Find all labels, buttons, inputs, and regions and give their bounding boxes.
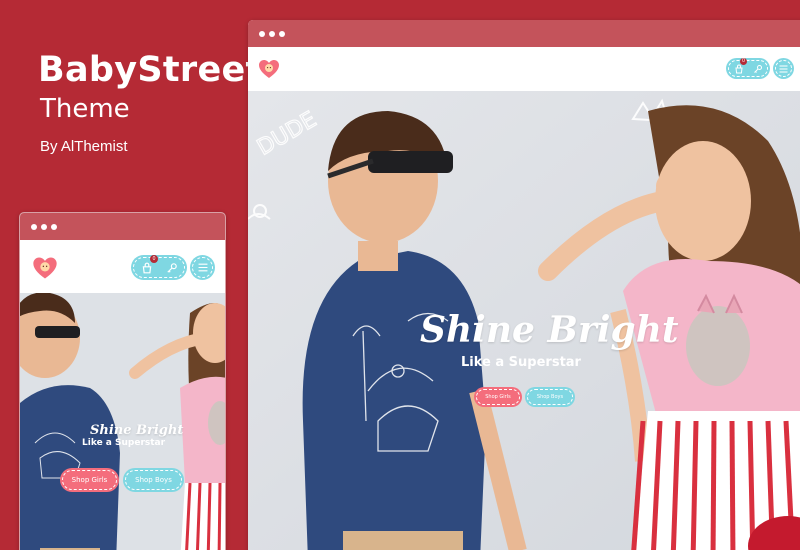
hero-photo xyxy=(20,293,225,550)
window-title-bar xyxy=(20,213,225,240)
hero-banner: DUDE Shine Bright Like a Superstar Shop … xyxy=(248,91,800,550)
menu-icon xyxy=(198,263,207,272)
header-actions-pill xyxy=(133,257,185,278)
hero-subline: Like a Superstar xyxy=(82,438,166,448)
window-title-bar xyxy=(248,20,800,47)
site-header: 0 xyxy=(20,240,225,293)
hero-headline: Shine Bright xyxy=(420,309,679,351)
logo-heart-icon[interactable] xyxy=(257,57,281,81)
menu-button[interactable] xyxy=(775,60,792,77)
hero-banner: Shine Bright Like a Superstar Shop Girls… xyxy=(20,293,225,550)
shop-girls-button[interactable]: Shop Girls xyxy=(476,389,520,405)
window-dot xyxy=(31,224,37,230)
header-actions-pill xyxy=(728,60,768,77)
cart-count-badge: 0 xyxy=(740,58,747,65)
brand-subtitle: Theme xyxy=(40,94,130,124)
shop-girls-button[interactable]: Shop Girls xyxy=(62,470,117,490)
window-dot xyxy=(41,224,47,230)
hero-subline: Like a Superstar xyxy=(461,355,581,370)
window-dot xyxy=(279,31,285,37)
key-icon[interactable] xyxy=(166,262,178,274)
window-dot xyxy=(269,31,275,37)
site-header: 0 xyxy=(248,47,800,91)
menu-button[interactable] xyxy=(192,257,213,278)
logo-heart-icon[interactable] xyxy=(31,254,59,282)
window-dot xyxy=(51,224,57,230)
window-controls xyxy=(31,224,57,230)
menu-icon xyxy=(779,65,788,72)
window-dot xyxy=(259,31,265,37)
window-controls xyxy=(259,31,285,37)
shop-boys-button[interactable]: Shop Boys xyxy=(527,389,573,405)
cart-icon[interactable] xyxy=(141,262,153,274)
key-icon[interactable] xyxy=(753,64,763,74)
shop-boys-button[interactable]: Shop Boys xyxy=(125,470,182,490)
cart-icon[interactable] xyxy=(734,64,744,74)
brand-author: By AlThemist xyxy=(40,138,128,155)
cart-count-badge: 0 xyxy=(150,255,158,263)
brand-title: BabyStreet xyxy=(38,50,263,90)
hero-headline: Shine Bright xyxy=(90,423,184,438)
desktop-preview-window: 0 DUDE Shine Bright Like a Superstar Sho… xyxy=(248,20,800,550)
mobile-preview-window: 0 Shine Bright Like a Superstar Shop Gir… xyxy=(19,212,226,550)
